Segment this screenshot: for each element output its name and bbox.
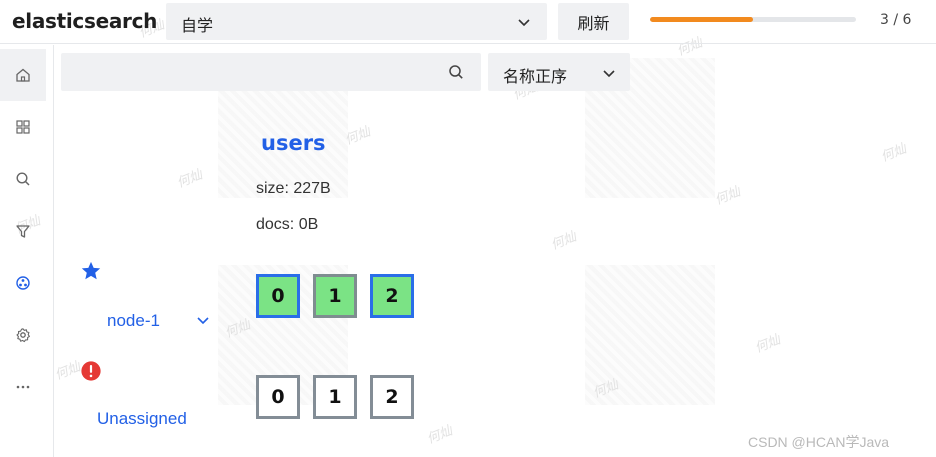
watermark-text: 何灿 bbox=[712, 184, 743, 209]
watermark-text: 何灿 bbox=[174, 167, 205, 192]
sidebar-item-settings[interactable] bbox=[0, 309, 46, 361]
refresh-button[interactable]: 刷新 bbox=[558, 3, 629, 40]
cluster-select-value: 自学 bbox=[181, 16, 214, 35]
sidebar-item-indices[interactable] bbox=[0, 101, 46, 153]
home-icon bbox=[16, 68, 30, 82]
sidebar-item-cluster[interactable] bbox=[0, 257, 46, 309]
index-search-box bbox=[61, 53, 481, 91]
filter-icon bbox=[16, 225, 30, 238]
shard-primary[interactable]: 2 bbox=[370, 274, 414, 318]
shard-unassigned[interactable]: 0 bbox=[256, 375, 300, 419]
warning-icon bbox=[81, 361, 101, 381]
app-title: elasticsearch bbox=[12, 9, 158, 33]
chevron-down-icon bbox=[518, 19, 530, 27]
refresh-progress-bar bbox=[650, 17, 856, 22]
cluster-select[interactable]: 自学 bbox=[166, 3, 547, 40]
progress-fill bbox=[650, 17, 753, 22]
unassigned-label: Unassigned bbox=[97, 409, 187, 428]
chevron-down-icon[interactable] bbox=[195, 312, 211, 328]
sidebar-item-more[interactable] bbox=[0, 361, 46, 413]
shard-unassigned[interactable]: 2 bbox=[370, 375, 414, 419]
watermark-text: 何灿 bbox=[548, 229, 579, 254]
sort-select[interactable]: 名称正序 bbox=[488, 53, 630, 91]
star-icon bbox=[81, 261, 101, 280]
node-name-link[interactable]: node-1 bbox=[107, 311, 160, 331]
search-icon bbox=[16, 172, 30, 186]
watermark-text: 何灿 bbox=[878, 141, 909, 166]
index-search-input[interactable] bbox=[71, 61, 445, 85]
chevron-down-icon bbox=[603, 70, 615, 78]
sort-select-value: 名称正序 bbox=[503, 67, 568, 86]
index-size: size: 227B bbox=[256, 180, 331, 197]
shard-replica[interactable]: 1 bbox=[313, 274, 357, 318]
shard-unassigned[interactable]: 1 bbox=[313, 375, 357, 419]
sidebar-item-search[interactable] bbox=[0, 153, 46, 205]
cluster-icon bbox=[16, 276, 30, 290]
page-counter: 3 / 6 bbox=[880, 12, 912, 28]
index-docs: docs: 0B bbox=[256, 216, 319, 233]
more-icon bbox=[16, 385, 30, 389]
sidebar-item-filter[interactable] bbox=[0, 205, 46, 257]
sidebar-item-home[interactable] bbox=[0, 49, 46, 101]
footer-credit: CSDN @HCAN学Java bbox=[748, 434, 890, 450]
grid-icon bbox=[16, 120, 30, 134]
watermark-text: 何灿 bbox=[52, 359, 83, 384]
watermark-text: 何灿 bbox=[752, 332, 783, 357]
gear-icon bbox=[16, 328, 30, 343]
shard-primary[interactable]: 0 bbox=[256, 274, 300, 318]
sidebar bbox=[0, 45, 54, 457]
index-name-link[interactable]: users bbox=[261, 131, 326, 155]
search-icon[interactable] bbox=[448, 64, 464, 80]
top-bar: elasticsearch 自学 刷新 3 / 6 bbox=[0, 0, 936, 44]
watermark-text: 何灿 bbox=[424, 423, 455, 448]
